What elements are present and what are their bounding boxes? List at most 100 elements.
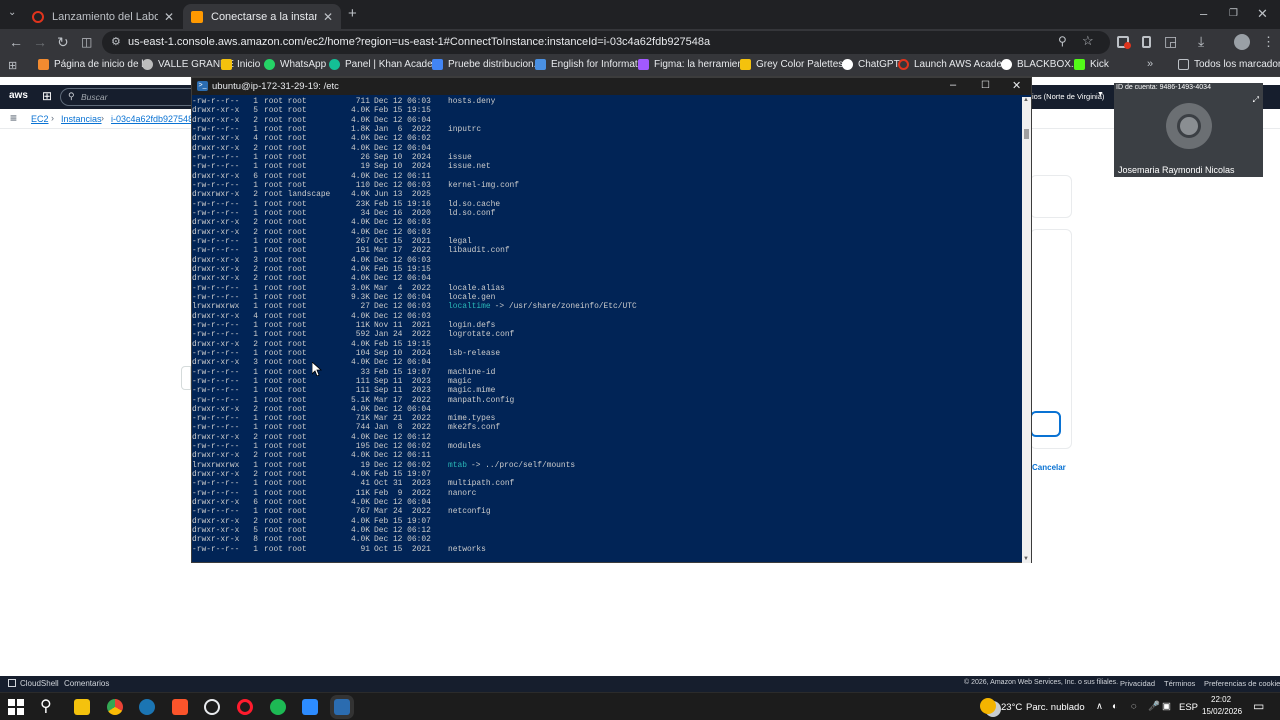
all-bookmarks-folder[interactable]: Todos los marcadores xyxy=(1178,59,1280,70)
bookmark-item[interactable]: Pruebe distribucion... xyxy=(432,59,542,70)
address-bar[interactable]: ⚙ us-east-1.console.aws.amazon.com/ec2/h… xyxy=(102,31,1110,54)
close-tab-icon[interactable]: ✕ xyxy=(164,10,174,24)
close-window-icon[interactable]: ✕ xyxy=(1257,6,1268,22)
reload-icon[interactable]: ↻ xyxy=(57,34,69,51)
services-grid-icon[interactable]: ⊞ xyxy=(42,89,52,103)
bookmark-item[interactable]: WhatsApp xyxy=(264,59,326,70)
file-name: libaudit.conf xyxy=(448,246,510,256)
restore-icon[interactable]: ❐ xyxy=(1229,8,1238,19)
close-icon[interactable]: ✕ xyxy=(1012,79,1021,92)
chrome-icon[interactable] xyxy=(107,699,123,715)
bookmark-item[interactable]: English for Informat... xyxy=(535,59,646,70)
forward-icon[interactable]: → xyxy=(33,34,47,50)
bookmark-item[interactable]: Panel | Khan Acade... xyxy=(329,59,441,70)
cloudshell-link[interactable]: CloudShell xyxy=(20,679,59,688)
maximize-icon[interactable]: ☐ xyxy=(981,80,990,91)
extension-2-icon[interactable] xyxy=(1142,36,1151,48)
extensions-puzzle-icon[interactable]: ◲ xyxy=(1164,33,1177,50)
new-tab-icon[interactable]: + xyxy=(348,5,357,22)
bookmark-star-icon[interactable]: ☆ xyxy=(1082,33,1094,49)
tab-lab-launch[interactable]: Lanzamiento del Laboratorio de ✕ xyxy=(24,4,182,29)
bookmark-item[interactable]: Página de inicio de l... xyxy=(38,59,152,70)
region-selector[interactable]: ios (Norte de Virginia) xyxy=(1032,92,1104,101)
connect-button[interactable] xyxy=(1030,411,1061,437)
terminal-line: -rw-r--r-- 1 root root 71K Mar 21 2022 mime.t… xyxy=(192,414,1022,423)
breadcrumb-ec2[interactable]: EC2 xyxy=(31,114,49,124)
cancel-button[interactable]: Cancelar xyxy=(1032,463,1066,472)
bookmark-item[interactable]: Inicio xyxy=(221,59,260,70)
camera-icon[interactable]: ▣ xyxy=(1162,701,1171,712)
apps-grid-icon[interactable]: ⊞ xyxy=(8,59,17,72)
modified-date: Dec 12 06:03 xyxy=(374,255,431,265)
start-windows-icon[interactable] xyxy=(8,699,24,715)
date-text[interactable]: 15/02/2026 xyxy=(1202,707,1242,716)
time-text[interactable]: 22:02 xyxy=(1211,695,1231,704)
breadcrumb-instance-id[interactable]: i-03c4a62fdb927548a xyxy=(111,114,198,124)
spotify-icon[interactable] xyxy=(270,699,286,715)
notifications-bell-icon[interactable]: ▭ xyxy=(1253,699,1264,713)
owner: root root xyxy=(264,479,307,489)
terminal-titlebar[interactable]: >_ ubuntu@ip-172-31-29-19: /etc – ☐ ✕ xyxy=(192,78,1031,95)
file-explorer-icon[interactable] xyxy=(74,699,90,715)
modified-date: Dec 12 06:03 xyxy=(374,218,431,228)
modified-date: Feb 15 19:16 xyxy=(374,199,431,209)
site-info-icon[interactable]: ⚙ xyxy=(111,35,121,48)
link-count: 5 xyxy=(253,106,258,116)
video-call-tile[interactable]: ID de cuenta: 9486-1493-4034 Josemaria R… xyxy=(1114,83,1263,177)
side-panel-icon[interactable]: ◫ xyxy=(81,35,92,49)
bookmark-item[interactable]: ChatGPT xyxy=(842,59,900,70)
tab-label: Conectarse a la instancia | EC2 xyxy=(211,10,317,23)
console-search-input[interactable]: ⚲ Buscar xyxy=(60,88,200,106)
aws-logo-icon[interactable]: aws xyxy=(9,90,28,101)
terminal-taskbar-icon[interactable] xyxy=(334,699,350,715)
terms-link[interactable]: Términos xyxy=(1164,679,1195,688)
close-tab-icon[interactable]: ✕ xyxy=(323,10,333,24)
download-icon[interactable]: ⤓ xyxy=(1198,33,1204,50)
tab-ec2-connect[interactable]: Conectarse a la instancia | EC2 ✕ xyxy=(183,4,341,29)
opera-icon[interactable] xyxy=(237,699,253,715)
expand-icon[interactable]: ⤢ xyxy=(1253,95,1259,105)
privacy-link[interactable]: Privacidad xyxy=(1120,679,1155,688)
hamburger-menu-icon[interactable]: ≡ xyxy=(10,111,17,125)
back-icon[interactable]: ← xyxy=(9,34,23,50)
brave-icon[interactable] xyxy=(172,699,188,715)
zoom-icon[interactable]: ⚲ xyxy=(1058,34,1067,48)
tray-app-icon[interactable]: ◌ xyxy=(1131,701,1137,712)
scroll-down-icon[interactable]: ▼ xyxy=(1023,556,1029,562)
minimize-icon[interactable]: – xyxy=(950,79,956,91)
comments-link[interactable]: Comentarios xyxy=(64,679,109,688)
bookmark-item[interactable]: Launch AWS Acade... xyxy=(898,59,1010,70)
microphone-icon[interactable]: 🎤 xyxy=(1148,701,1160,712)
weather-desc[interactable]: Parc. nublado xyxy=(1026,702,1085,713)
menu-kebab-icon[interactable]: ⋮ xyxy=(1262,34,1275,50)
zoom-icon[interactable] xyxy=(302,699,318,715)
scroll-up-icon[interactable]: ▲ xyxy=(1023,97,1029,103)
terminal-scrollbar[interactable]: ▲ ▼ xyxy=(1022,97,1031,563)
content-card xyxy=(1030,175,1072,218)
terminal-line: -rw-r--r-- 1 root root 11K Nov 11 2021 login.… xyxy=(192,321,1022,330)
terminal-window[interactable]: >_ ubuntu@ip-172-31-29-19: /etc – ☐ ✕ -r… xyxy=(191,77,1032,563)
media-player-icon[interactable] xyxy=(204,699,220,715)
bookmark-item[interactable]: BLACKBOX.AI xyxy=(1001,59,1083,70)
profile-avatar[interactable] xyxy=(1234,34,1250,50)
tab-search-icon[interactable]: ⌄ xyxy=(8,7,16,18)
steam-icon[interactable] xyxy=(139,699,155,715)
terminal-output[interactable]: -rw-r--r-- 1 root root 711 Dec 12 06:03 hosts… xyxy=(192,97,1022,563)
more-bookmarks-icon[interactable]: » xyxy=(1147,58,1153,70)
link-count: 1 xyxy=(253,208,258,218)
terminal-line: -rw-r--r-- 1 root root 267 Oct 15 2021 legal xyxy=(192,237,1022,246)
file-name: localtime xyxy=(448,302,491,312)
cookies-link[interactable]: Preferencias de cookies xyxy=(1204,679,1280,688)
bookmark-item[interactable]: Kick xyxy=(1074,59,1109,70)
search-icon[interactable]: ⚲ xyxy=(40,696,52,716)
weather-temp[interactable]: 23°C xyxy=(1001,702,1022,713)
bookmark-item[interactable]: Grey Color Palettes... xyxy=(740,59,852,70)
breadcrumb-instances[interactable]: Instancias xyxy=(61,114,102,124)
language-indicator[interactable]: ESP xyxy=(1179,702,1198,713)
scrollbar-thumb[interactable] xyxy=(1024,129,1029,139)
minimize-icon[interactable]: – xyxy=(1200,6,1207,21)
account-id: ID de cuenta: 9486-1493-4034 xyxy=(1116,84,1211,91)
notification-icon[interactable]: ◐ xyxy=(1112,701,1118,712)
bookmark-item[interactable]: Figma: la herramien... xyxy=(638,59,751,70)
tray-chevron-icon[interactable]: ∧ xyxy=(1096,701,1103,712)
